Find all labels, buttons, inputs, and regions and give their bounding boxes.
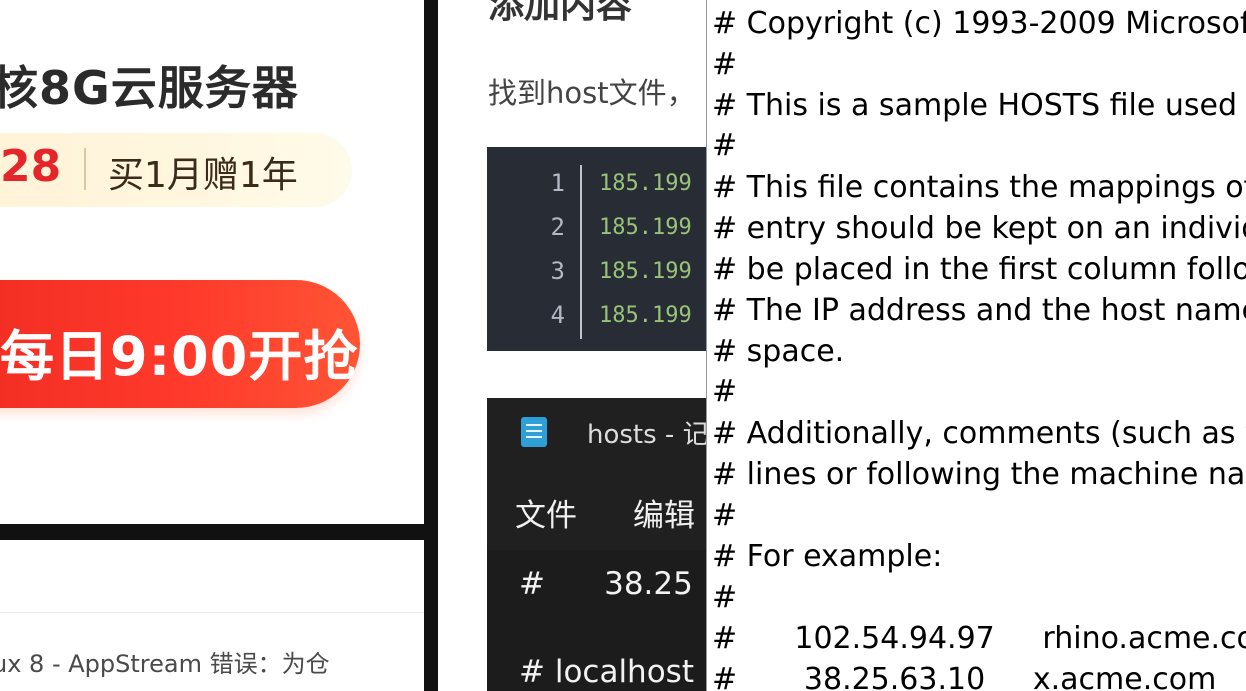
menu-file[interactable]: 文件 [515, 490, 577, 535]
ad-title: 核8G云服务器 [0, 61, 299, 115]
doc-line: # This file contains the mappings of IP … [712, 170, 1246, 205]
ad-offer: 买1月赠1年 [108, 155, 298, 196]
doc-line: # [712, 47, 738, 82]
doc-line: # [712, 580, 738, 615]
line-number: 3 [550, 257, 565, 285]
notepad-menubar: 文件 编辑 [487, 468, 706, 550]
code-text: 185.199 [599, 303, 692, 328]
doc-line: # Copyright (c) 1993-2009 Microsoft Corp… [712, 6, 1246, 41]
related-list: ux 8 - AppStream 错误：为仓 [0, 540, 424, 691]
section-heading: 添加内容 [488, 0, 633, 26]
hosts-file-editor[interactable]: # Copyright (c) 1993-2009 Microsoft Corp… [706, 0, 1246, 691]
doc-line: # [712, 498, 738, 533]
list-divider [0, 612, 424, 613]
doc-line: # This is a sample HOSTS file used by Mi… [712, 88, 1238, 123]
menu-edit[interactable]: 编辑 [633, 490, 695, 535]
article-body: 添加内容 找到host文件， 1 185.199 2 185.199 3 185… [438, 0, 706, 691]
doc-line: # space. [712, 334, 845, 369]
notepad-line: # localhost [519, 654, 694, 690]
doc-line: # For example: [712, 539, 943, 574]
code-line: 4 185.199 [487, 301, 706, 345]
code-line: 2 185.199 [487, 213, 706, 257]
article-paragraph: 找到host文件， [488, 76, 696, 110]
line-number: 4 [550, 301, 565, 329]
ad-banner[interactable]: 核8G云服务器 28 买1月赠1年 每日9:00开抢 [0, 0, 424, 524]
code-line: 3 185.199 [487, 257, 706, 301]
notepad-screenshot: hosts - 记 文件 编辑 # 38.25 # localhost [487, 398, 706, 691]
doc-line: # Additionally, comments (such as these)… [712, 416, 1246, 451]
code-text: 185.199 [599, 215, 692, 240]
code-line: 1 185.199 [487, 169, 706, 213]
doc-line: # entry should be kept on an individual … [712, 211, 1246, 246]
notepad-titlebar: hosts - 记 [487, 398, 706, 468]
ad-price: 28 [0, 141, 62, 192]
doc-line: # The IP address and the host name shoul… [712, 293, 1246, 328]
code-text: 185.199 [599, 259, 692, 284]
notepad-title: hosts - 记 [587, 420, 706, 450]
doc-line: # 38.25.63.10 x.acme.com # x client host [712, 662, 1217, 691]
doc-line: # lines or following the machine name de… [712, 457, 1246, 492]
notepad-text-area: # 38.25 # localhost [487, 550, 706, 691]
code-block: 1 185.199 2 185.199 3 185.199 4 185.199 [487, 147, 706, 351]
notepad-line: # 38.25 [519, 566, 693, 602]
related-article-link[interactable]: ux 8 - AppStream 错误：为仓 [0, 644, 330, 679]
notepad-icon [521, 417, 547, 447]
doc-line: # be placed in the first column followed… [712, 252, 1246, 287]
ad-divider [84, 148, 86, 190]
code-text: 185.199 [599, 171, 692, 196]
line-number: 1 [550, 169, 565, 197]
ad-cta-label[interactable]: 每日9:00开抢 [0, 312, 358, 391]
doc-line: # 102.54.94.97 rhino.acme.com # source s… [712, 621, 1246, 656]
line-number: 2 [550, 213, 565, 241]
doc-line: # [712, 128, 738, 163]
doc-line: # [712, 374, 738, 409]
